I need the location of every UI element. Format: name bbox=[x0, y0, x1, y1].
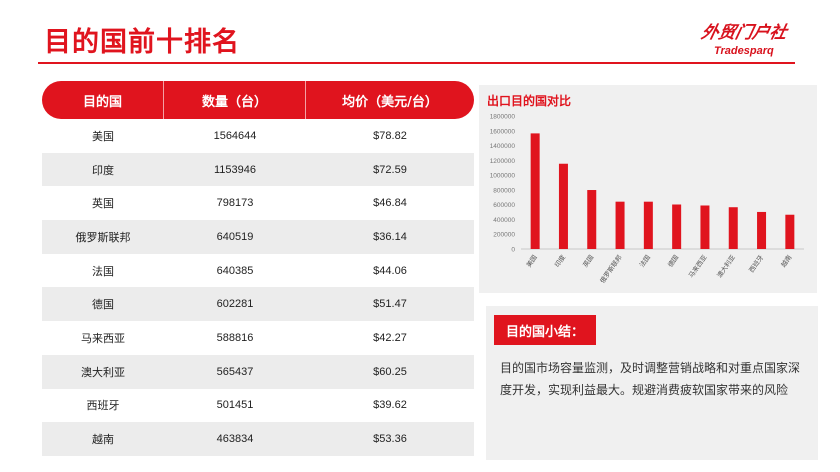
x-tick-label: 法国 bbox=[637, 253, 652, 269]
cell-avg-price: $46.84 bbox=[373, 197, 407, 210]
cell-quantity: 640385 bbox=[216, 264, 254, 277]
cell-quantity: 463834 bbox=[216, 433, 254, 446]
summary-panel: 目的国小结： 目的国市场容量监测，及时调整营销战略和对重点国家深度开发，实现利益… bbox=[486, 306, 818, 460]
bar bbox=[558, 163, 568, 249]
x-tick-label: 英国 bbox=[581, 253, 596, 269]
cell-country: 俄罗斯联邦 bbox=[75, 231, 131, 244]
cell-quantity: 798173 bbox=[216, 197, 254, 210]
header-quantity: 数量（台） bbox=[164, 81, 306, 119]
cell-country: 法国 bbox=[92, 265, 114, 278]
title-divider bbox=[38, 62, 795, 64]
y-tick-label: 1400000 bbox=[490, 143, 516, 150]
cell-avg-price: $39.62 bbox=[373, 399, 407, 412]
x-tick-label: 越南 bbox=[779, 253, 794, 269]
x-tick-label: 俄罗斯联邦 bbox=[598, 253, 624, 285]
table-row: 西班牙 501451 $39.62 bbox=[42, 389, 474, 423]
table-row: 美国 1564644 $78.82 bbox=[42, 119, 474, 153]
cell-quantity: 501451 bbox=[216, 399, 254, 412]
cell-avg-price: $42.27 bbox=[373, 331, 407, 344]
table-body: 美国 1564644 $78.82 印度 1153946 $72.59 英国 798173 $4… bbox=[42, 119, 474, 456]
bar bbox=[785, 214, 795, 249]
cell-quantity: 1564644 bbox=[213, 129, 257, 142]
table-row: 澳大利亚 565437 $60.25 bbox=[42, 354, 474, 389]
cell-avg-price: $51.47 bbox=[373, 298, 407, 311]
x-tick-label: 西班牙 bbox=[747, 253, 766, 275]
cell-country: 越南 bbox=[92, 434, 114, 447]
cell-country: 英国 bbox=[92, 198, 114, 211]
bar bbox=[615, 201, 625, 249]
x-tick-label: 澳大利亚 bbox=[715, 253, 738, 280]
cell-country: 美国 bbox=[92, 130, 114, 143]
cell-avg-price: $36.14 bbox=[373, 230, 407, 243]
cell-country: 德国 bbox=[92, 299, 114, 312]
header-avg-price: 均价（美元/台） bbox=[342, 94, 438, 110]
table-row: 法国 640385 $44.06 bbox=[42, 254, 474, 288]
cell-country: 澳大利亚 bbox=[81, 366, 125, 379]
table-header: 目的国 数量（台） 均价（美元/台） bbox=[42, 81, 474, 119]
x-tick-label: 美国 bbox=[524, 253, 539, 269]
x-tick-label: 德国 bbox=[665, 253, 680, 269]
bar bbox=[757, 211, 767, 249]
cell-quantity: 565437 bbox=[216, 365, 254, 378]
cell-quantity: 602281 bbox=[216, 298, 254, 311]
bar-chart: 0 200000 400000 600000 800000 1000000 1200000 1… bbox=[490, 114, 804, 285]
summary-text: 目的国市场容量监测，及时调整营销战略和对重点国家深度开发，实现利益最大。规避消费… bbox=[500, 361, 801, 397]
logo-script: 外贸门户社 bbox=[699, 23, 789, 43]
bar bbox=[643, 201, 653, 249]
cell-country: 马来西亚 bbox=[81, 332, 125, 345]
cell-country: 西班牙 bbox=[86, 400, 120, 413]
page-title: 目的国前十排名 bbox=[44, 27, 240, 58]
y-tick-label: 600000 bbox=[493, 202, 515, 209]
bar bbox=[672, 204, 682, 249]
cell-quantity: 1153946 bbox=[213, 163, 256, 176]
logo-text: Tradesparq bbox=[714, 45, 774, 57]
y-tick-label: 1200000 bbox=[490, 158, 516, 165]
table-row: 俄罗斯联邦 640519 $36.14 bbox=[42, 220, 474, 254]
y-tick-label: 0 bbox=[511, 247, 515, 254]
bar bbox=[587, 190, 597, 249]
cell-avg-price: $60.25 bbox=[373, 365, 407, 378]
cell-avg-price: $72.59 bbox=[373, 163, 407, 176]
table-row: 印度 1153946 $72.59 bbox=[42, 152, 474, 187]
y-tick-label: 1000000 bbox=[490, 173, 516, 180]
cell-quantity: 640519 bbox=[216, 230, 254, 243]
bar bbox=[700, 205, 710, 249]
chart-panel: 出口目的国对比 0 200000 400000 600000 800000 1000000… bbox=[479, 85, 817, 293]
header-country: 目的国 bbox=[42, 81, 164, 119]
table-row: 越南 463834 $53.36 bbox=[42, 422, 474, 456]
bar bbox=[728, 207, 738, 249]
y-tick-label: 1800000 bbox=[490, 114, 516, 121]
cell-avg-price: $53.36 bbox=[373, 433, 407, 446]
cell-avg-price: $44.06 bbox=[373, 264, 407, 277]
y-tick-label: 400000 bbox=[493, 217, 515, 224]
y-tick-label: 200000 bbox=[493, 232, 515, 239]
cell-quantity: 588816 bbox=[216, 331, 254, 344]
bar bbox=[530, 133, 540, 249]
summary-label: 目的国小结： bbox=[494, 315, 597, 345]
table-row: 马来西亚 588816 $42.27 bbox=[42, 321, 474, 355]
table-row: 德国 602281 $51.47 bbox=[42, 287, 474, 322]
y-tick-label: 800000 bbox=[493, 187, 515, 194]
cell-country: 印度 bbox=[92, 164, 114, 177]
x-tick-label: 印度 bbox=[552, 253, 567, 269]
x-tick-label: 马来西亚 bbox=[687, 253, 709, 279]
destination-table: 目的国 数量（台） 均价（美元/台） 美国 1564644 $78.82 印度 1153… bbox=[42, 81, 474, 456]
table-row: 英国 798173 $46.84 bbox=[42, 186, 474, 220]
y-tick-label: 1600000 bbox=[490, 128, 516, 135]
tradesparq-logo: 外贸门户社 Tradesparq bbox=[699, 20, 798, 62]
cell-avg-price: $78.82 bbox=[373, 129, 407, 142]
